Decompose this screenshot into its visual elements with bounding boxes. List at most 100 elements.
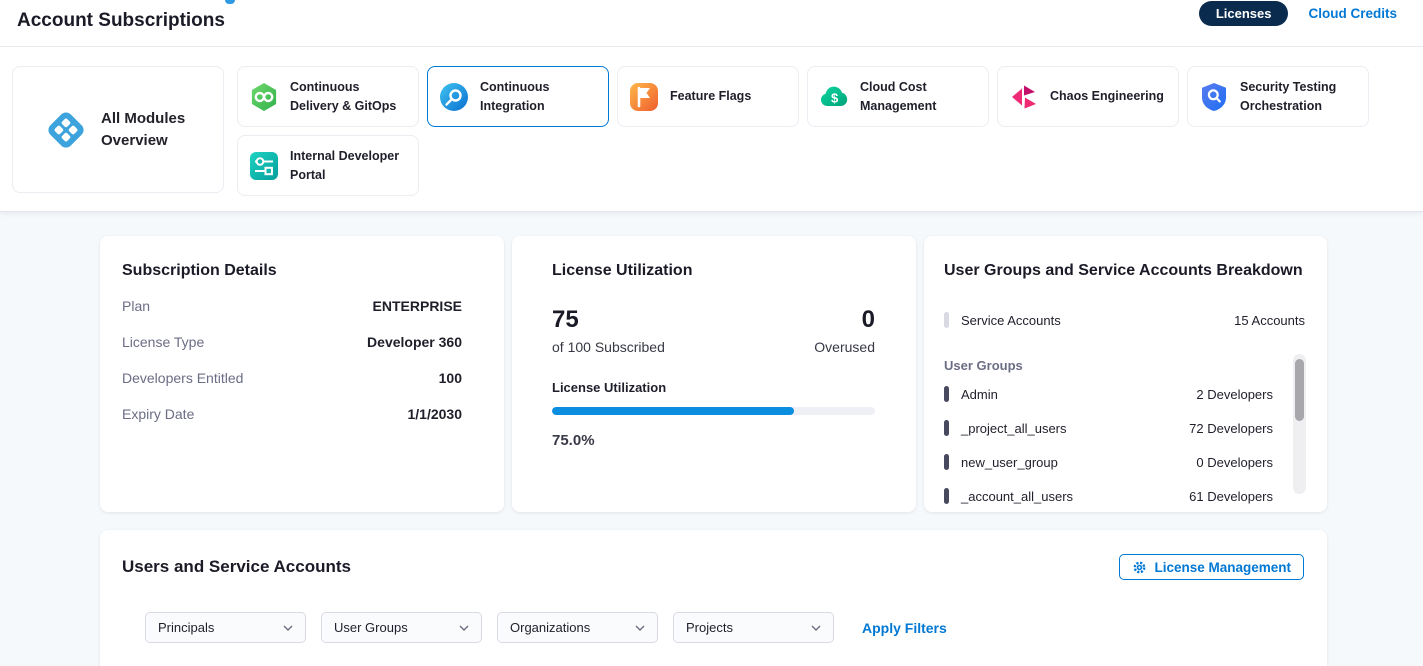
detail-row-plan: Plan ENTERPRISE [122, 288, 462, 324]
user-group-count: 61 Developers [1189, 489, 1273, 504]
subscription-details-rows: Plan ENTERPRISE License Type Developer 3… [122, 288, 462, 432]
utilization-percent: 75.0% [552, 432, 875, 449]
user-group-count: 0 Developers [1196, 455, 1273, 470]
breakdown-title: User Groups and Service Accounts Breakdo… [944, 262, 1305, 280]
module-cards: Continuous Delivery & GitOps Continuous … [237, 66, 1377, 196]
clipped-nav-indicator [225, 0, 235, 4]
organizations-dropdown[interactable]: Organizations [497, 612, 658, 643]
user-group-marker [944, 454, 949, 470]
svg-text:$: $ [831, 90, 839, 105]
utilization-bar-label: License Utilization [552, 380, 875, 395]
overused-stat: 0 Overused [814, 306, 875, 355]
users-section-header: Users and Service Accounts License Manag… [122, 554, 1304, 580]
user-group-count: 2 Developers [1196, 387, 1273, 402]
user-group-name: Admin [961, 387, 998, 402]
service-accounts-label: Service Accounts [961, 313, 1061, 328]
idp-icon [248, 150, 280, 182]
detail-value: Developer 360 [367, 334, 462, 350]
module-label: Continuous Delivery & GitOps [290, 78, 408, 114]
all-modules-icon [43, 107, 89, 153]
user-group-name: new_user_group [961, 455, 1058, 470]
module-label: Security Testing Orchestration [1240, 78, 1358, 114]
module-label: Feature Flags [670, 87, 751, 105]
dropdown-label: Organizations [510, 620, 590, 635]
user-group-row: new_user_group 0 Developers [944, 445, 1273, 479]
utilization-progress-track [552, 407, 875, 415]
detail-row-license-type: License Type Developer 360 [122, 324, 462, 360]
cloud-credits-tab[interactable]: Cloud Credits [1308, 6, 1397, 21]
projects-dropdown[interactable]: Projects [673, 612, 834, 643]
chevron-down-icon [283, 625, 293, 631]
module-card-cd-gitops[interactable]: Continuous Delivery & GitOps [237, 66, 419, 127]
subscribed-count: 75 [552, 306, 665, 334]
chevron-down-icon [635, 625, 645, 631]
dropdown-label: Principals [158, 620, 214, 635]
detail-row-expiry-date: Expiry Date 1/1/2030 [122, 396, 462, 432]
subscribed-caption: of 100 Subscribed [552, 339, 665, 355]
module-card-continuous-integration[interactable]: Continuous Integration [427, 66, 609, 127]
detail-value: 1/1/2030 [408, 406, 463, 422]
overused-caption: Overused [814, 339, 875, 355]
license-management-button[interactable]: License Management [1119, 554, 1304, 580]
detail-value: ENTERPRISE [373, 298, 462, 314]
detail-label: Expiry Date [122, 406, 194, 422]
module-label: Internal Developer Portal [290, 147, 408, 183]
all-modules-overview-card[interactable]: All Modules Overview [12, 66, 224, 193]
users-and-service-accounts-card: Users and Service Accounts License Manag… [100, 530, 1327, 666]
user-group-marker [944, 386, 949, 402]
module-label: Chaos Engineering [1050, 87, 1164, 105]
user-groups-subheading: User Groups [944, 358, 1305, 373]
license-management-label: License Management [1154, 560, 1291, 575]
page-header: Account Subscriptions Licenses Cloud Cre… [0, 0, 1423, 47]
subscription-details-card: Subscription Details Plan ENTERPRISE Lic… [100, 236, 504, 512]
module-label: Cloud Cost Management [860, 78, 978, 114]
detail-label: Plan [122, 298, 150, 314]
module-selector-bar: All Modules Overview Continuous Delivery… [0, 47, 1423, 212]
ci-icon [438, 81, 470, 113]
principals-dropdown[interactable]: Principals [145, 612, 306, 643]
licenses-tab[interactable]: Licenses [1199, 1, 1289, 26]
dropdown-label: User Groups [334, 620, 408, 635]
module-card-security-testing[interactable]: Security Testing Orchestration [1187, 66, 1369, 127]
header-tabs: Licenses Cloud Credits [1199, 1, 1397, 26]
user-group-row: _account_all_users 61 Developers [944, 479, 1273, 513]
sto-shield-icon [1198, 81, 1230, 113]
scrollbar-thumb[interactable] [1295, 359, 1304, 421]
module-card-internal-developer-portal[interactable]: Internal Developer Portal [237, 135, 419, 196]
subscribed-stat: 75 of 100 Subscribed [552, 306, 665, 355]
user-group-row: Admin 2 Developers [944, 377, 1273, 411]
detail-label: Developers Entitled [122, 370, 243, 386]
page-title: Account Subscriptions [17, 10, 225, 32]
detail-label: License Type [122, 334, 204, 350]
license-utilization-card: License Utilization 75 of 100 Subscribed… [512, 236, 916, 512]
feature-flags-icon [628, 81, 660, 113]
users-section-title: Users and Service Accounts [122, 557, 351, 577]
user-groups-list: Admin 2 Developers _project_all_users 72… [944, 377, 1305, 513]
subscription-details-title: Subscription Details [122, 262, 462, 280]
chevron-down-icon [459, 625, 469, 631]
service-accounts-count: 15 Accounts [1234, 313, 1305, 328]
cloud-cost-icon: $ [818, 81, 850, 113]
module-card-chaos-engineering[interactable]: Chaos Engineering [997, 66, 1179, 127]
user-groups-dropdown[interactable]: User Groups [321, 612, 482, 643]
user-group-name: _account_all_users [961, 489, 1073, 504]
apply-filters-link[interactable]: Apply Filters [862, 620, 947, 636]
chevron-down-icon [811, 625, 821, 631]
user-group-count: 72 Developers [1189, 421, 1273, 436]
scrollbar-track[interactable] [1293, 354, 1306, 494]
module-card-cloud-cost[interactable]: $ Cloud Cost Management [807, 66, 989, 127]
service-accounts-marker [944, 312, 949, 328]
user-group-marker [944, 488, 949, 504]
user-group-name: _project_all_users [961, 421, 1067, 436]
utilization-progress-fill [552, 407, 794, 415]
all-modules-overview-label: All Modules Overview [101, 108, 193, 152]
user-group-row: _project_all_users 72 Developers [944, 411, 1273, 445]
breakdown-card: User Groups and Service Accounts Breakdo… [924, 236, 1327, 512]
service-accounts-row: Service Accounts 15 Accounts [944, 312, 1305, 328]
detail-row-developers-entitled: Developers Entitled 100 [122, 360, 462, 396]
detail-value: 100 [439, 370, 462, 386]
overused-count: 0 [814, 306, 875, 334]
cd-gitops-icon [248, 81, 280, 113]
module-card-feature-flags[interactable]: Feature Flags [617, 66, 799, 127]
module-label: Continuous Integration [480, 78, 598, 114]
